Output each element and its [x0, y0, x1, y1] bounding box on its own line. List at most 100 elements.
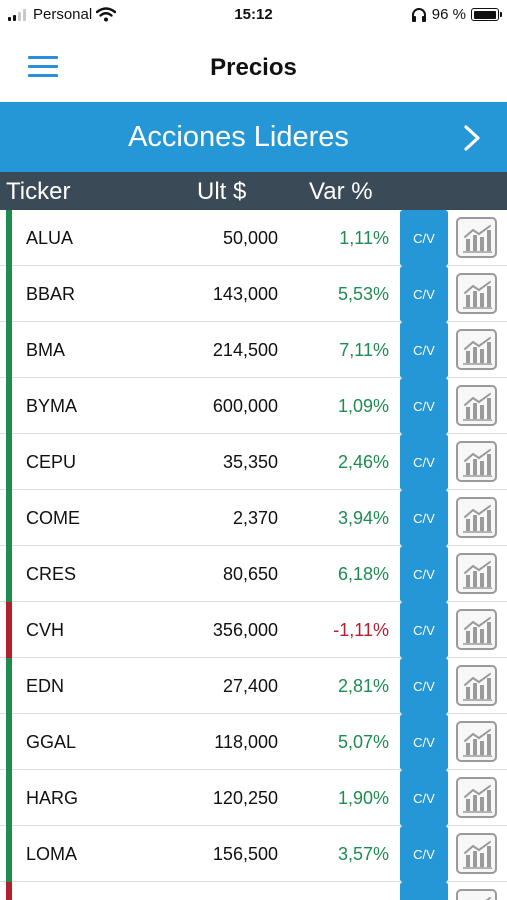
quote-row[interactable]: EDN 27,400 2,81% C/V — [0, 658, 507, 714]
last-price: 120,250 — [212, 788, 278, 808]
price-change: 2,81% — [337, 676, 389, 696]
quote-row[interactable] — [0, 882, 507, 900]
nav-bar: Precios — [0, 30, 507, 102]
quote-row[interactable]: BYMA 600,000 1,09% C/V — [0, 378, 507, 434]
price-change: 1,90% — [337, 788, 389, 808]
wifi-icon — [96, 7, 117, 22]
buy-sell-button[interactable]: C/V — [400, 770, 448, 826]
chevron-right-icon[interactable] — [463, 125, 481, 151]
column-header-ticker: Ticker — [6, 178, 71, 205]
last-price: 35,350 — [222, 452, 278, 472]
ticker-symbol: CEPU — [26, 452, 77, 472]
chart-button[interactable] — [456, 217, 497, 258]
ticker-symbol: EDN — [26, 676, 65, 696]
trend-indicator — [6, 490, 12, 546]
last-price: 156,500 — [212, 844, 278, 864]
chart-button[interactable] — [456, 441, 497, 482]
chart-button[interactable] — [456, 385, 497, 426]
chart-button[interactable] — [456, 609, 497, 650]
trend-indicator — [6, 434, 12, 490]
trend-indicator — [6, 210, 12, 266]
last-price: 27,400 — [222, 676, 278, 696]
last-price: 80,650 — [222, 564, 278, 584]
trend-indicator — [6, 378, 12, 434]
status-right: 96 % — [411, 6, 502, 23]
price-change: 5,07% — [337, 732, 389, 752]
buy-sell-button[interactable]: C/V — [400, 602, 448, 658]
chart-button[interactable] — [456, 497, 497, 538]
status-bar: Personal 15:12 96 % — [0, 0, 507, 30]
battery-icon — [471, 8, 502, 21]
ticker-symbol: ALUA — [26, 228, 74, 248]
trend-indicator — [6, 714, 12, 770]
chart-button[interactable] — [456, 553, 497, 594]
quote-row[interactable]: BBAR 143,000 5,53% C/V — [0, 266, 507, 322]
chart-button[interactable] — [456, 777, 497, 818]
price-change: 5,53% — [337, 284, 389, 304]
chart-icon — [463, 449, 492, 477]
chart-icon — [463, 393, 492, 421]
quote-row[interactable]: CRES 80,650 6,18% C/V — [0, 546, 507, 602]
buy-sell-button[interactable]: C/V — [400, 210, 448, 266]
page-title: Precios — [210, 54, 297, 81]
carrier-name: Personal — [33, 6, 93, 23]
ticker-symbol: BBAR — [26, 284, 76, 304]
last-price: 143,000 — [212, 284, 278, 304]
quote-row[interactable]: HARG 120,250 1,90% C/V — [0, 770, 507, 826]
price-change: 3,57% — [337, 844, 389, 864]
quote-row[interactable]: ALUA 50,000 1,11% C/V — [0, 210, 507, 266]
buy-sell-button[interactable]: C/V — [400, 714, 448, 770]
trend-indicator — [6, 882, 12, 900]
chart-button[interactable] — [456, 721, 497, 762]
quote-row[interactable]: CEPU 35,350 2,46% C/V — [0, 434, 507, 490]
column-header-change: Var % — [309, 178, 373, 205]
quote-row[interactable]: COME 2,370 3,94% C/V — [0, 490, 507, 546]
chart-icon — [463, 785, 492, 813]
ticker-symbol: BYMA — [26, 396, 78, 416]
quote-row[interactable]: GGAL 118,000 5,07% C/V — [0, 714, 507, 770]
price-change: 1,11% — [339, 228, 389, 248]
last-price: 2,370 — [232, 508, 278, 528]
chart-button[interactable] — [456, 889, 497, 900]
chart-icon — [463, 841, 492, 869]
price-change: -1,11% — [333, 620, 389, 640]
chart-button[interactable] — [456, 833, 497, 874]
ticker-symbol: CRES — [26, 564, 77, 584]
battery-percentage: 96 % — [431, 6, 466, 23]
status-left: Personal — [8, 6, 117, 23]
buy-sell-button[interactable] — [400, 882, 448, 900]
buy-sell-button[interactable]: C/V — [400, 546, 448, 602]
buy-sell-button[interactable]: C/V — [400, 378, 448, 434]
price-change: 6,18% — [337, 564, 389, 584]
quote-row[interactable]: CVH 356,000 -1,11% C/V — [0, 602, 507, 658]
buy-sell-button[interactable]: C/V — [400, 490, 448, 546]
column-header-last-price: Ult $ — [197, 178, 247, 205]
chart-icon — [463, 617, 492, 645]
buy-sell-button[interactable]: C/V — [400, 322, 448, 378]
buy-sell-button[interactable]: C/V — [400, 826, 448, 882]
ticker-symbol: CVH — [26, 620, 65, 640]
chart-icon — [463, 729, 492, 757]
chart-icon — [463, 225, 492, 253]
last-price: 118,000 — [214, 732, 278, 752]
quote-row[interactable]: BMA 214,500 7,11% C/V — [0, 322, 507, 378]
chart-button[interactable] — [456, 329, 497, 370]
chart-button[interactable] — [456, 665, 497, 706]
ticker-symbol: LOMA — [26, 844, 78, 864]
buy-sell-button[interactable]: C/V — [400, 266, 448, 322]
price-change: 1,09% — [337, 396, 389, 416]
category-bar[interactable]: Acciones Lideres — [0, 102, 507, 172]
chart-icon — [463, 281, 492, 309]
chart-button[interactable] — [456, 273, 497, 314]
price-change: 7,11% — [339, 340, 389, 360]
buy-sell-button[interactable]: C/V — [400, 658, 448, 714]
trend-indicator — [6, 602, 12, 658]
ticker-symbol: HARG — [26, 788, 79, 808]
signal-icon — [8, 8, 26, 21]
ticker-symbol: COME — [26, 508, 80, 528]
category-title: Acciones Lideres — [128, 121, 349, 153]
price-change: 2,46% — [337, 452, 389, 472]
quote-list: ALUA 50,000 1,11% C/V BBAR 143,000 5,53%… — [0, 210, 507, 900]
quote-row[interactable]: LOMA 156,500 3,57% C/V — [0, 826, 507, 882]
buy-sell-button[interactable]: C/V — [400, 434, 448, 490]
